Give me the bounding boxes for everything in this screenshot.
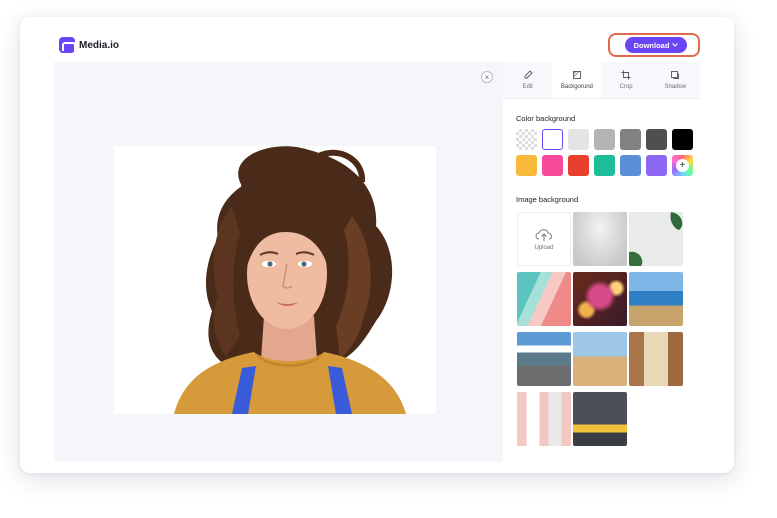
bg-thumb-taxi-street[interactable]	[573, 392, 627, 446]
tab-crop[interactable]: Crop	[602, 62, 651, 98]
upload-button[interactable]: Upload	[517, 212, 571, 266]
download-button[interactable]: Download	[625, 37, 687, 53]
swatch-gray[interactable]	[594, 129, 615, 150]
swatch-light-gray[interactable]	[568, 129, 589, 150]
swatch-yellow[interactable]	[516, 155, 537, 176]
top-bar: Media.io Download	[20, 17, 734, 62]
bg-thumb-leaves-white[interactable]	[629, 212, 683, 266]
color-background-title: Color background	[516, 114, 576, 123]
shadow-icon	[671, 71, 680, 79]
portrait-image	[174, 146, 406, 414]
swatch-mid-gray[interactable]	[620, 129, 641, 150]
tab-edit[interactable]: Edit	[503, 62, 552, 98]
app-name: Media.io	[79, 39, 120, 51]
bg-thumb-city-street[interactable]	[629, 332, 683, 386]
bg-thumb-mountain-road[interactable]	[517, 332, 571, 386]
swatch-dark-gray[interactable]	[646, 129, 667, 150]
tab-shadow[interactable]: Shadow	[651, 62, 700, 98]
tab-label: Backgorund	[560, 84, 593, 90]
swatch-red[interactable]	[568, 155, 589, 176]
image-background-grid: Upload	[517, 212, 683, 446]
app-window: Media.io Download × Edit Backgorund Crop…	[20, 17, 734, 473]
crop-icon	[621, 70, 631, 80]
tab-label: Crop	[619, 84, 633, 90]
background-icon	[572, 71, 581, 79]
tool-tabs: Edit Backgorund Crop Shadow	[503, 62, 700, 99]
tab-label: Shadow	[664, 84, 687, 90]
leaf-image	[629, 212, 683, 266]
swatch-black[interactable]	[672, 129, 693, 150]
swatch-pink[interactable]	[542, 155, 563, 176]
bg-thumb-pastel-stripes[interactable]	[517, 272, 571, 326]
chevron-down-icon	[672, 43, 679, 47]
swatch-purple[interactable]	[646, 155, 667, 176]
close-icon[interactable]: ×	[481, 71, 493, 83]
custom-color-button[interactable]: +	[672, 155, 693, 176]
swatch-transparent[interactable]	[516, 129, 537, 150]
color-swatch-grid: +	[516, 129, 693, 176]
swatch-blue[interactable]	[620, 155, 641, 176]
side-panel: Edit Backgorund Crop Shadow Color backgr…	[503, 62, 700, 462]
logo[interactable]: Media.io	[59, 37, 119, 53]
upload-label: Upload	[534, 245, 554, 251]
bg-thumb-studio-gray[interactable]	[573, 212, 627, 266]
cloud-upload-icon	[535, 229, 552, 241]
bg-thumb-desert-balloons[interactable]	[573, 332, 627, 386]
brush-icon	[524, 70, 533, 79]
image-background-title: Image background	[516, 195, 579, 204]
plus-icon: +	[676, 159, 689, 172]
editor-canvas: ×	[54, 62, 503, 462]
subject-photo	[114, 146, 436, 414]
media-io-logo-icon	[59, 37, 76, 53]
bg-thumb-bokeh[interactable]	[573, 272, 627, 326]
bg-thumb-seaside[interactable]	[629, 272, 683, 326]
swatch-teal[interactable]	[594, 155, 615, 176]
bg-thumb-pink-doors[interactable]	[517, 392, 571, 446]
swatch-white[interactable]	[542, 129, 563, 150]
tab-label: Edit	[522, 84, 533, 90]
download-label: Download	[633, 40, 670, 50]
tab-background[interactable]: Backgorund	[552, 62, 602, 98]
